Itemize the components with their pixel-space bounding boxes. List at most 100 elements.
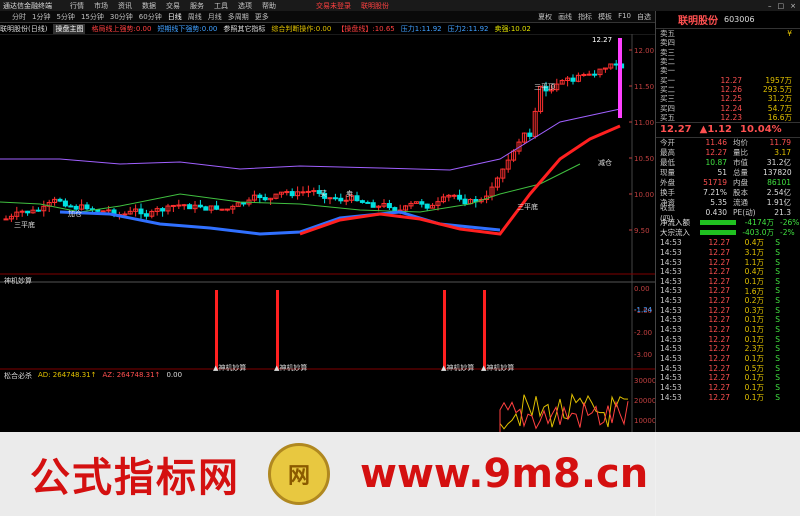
- tick-row[interactable]: 14:53 12.27 0.3万 S: [656, 305, 800, 315]
- tick-row[interactable]: 14:53 12.27 0.1万 S: [656, 315, 800, 325]
- tick-side: S: [775, 238, 780, 248]
- tick-row[interactable]: 14:53 12.27 0.1万 S: [656, 392, 800, 402]
- period-tab-1[interactable]: 1分钟: [32, 12, 50, 22]
- close-button[interactable]: ×: [790, 2, 796, 10]
- app-title: 通达信金融终端: [3, 1, 52, 10]
- signal-label-3: 买: [320, 190, 327, 198]
- y-tick: 11.50: [634, 83, 654, 91]
- menu-hangqing[interactable]: 行情: [70, 1, 84, 11]
- bid-price: 12.23: [720, 112, 742, 122]
- period-tab-0[interactable]: 分时: [12, 12, 26, 22]
- period-tab-9[interactable]: 多周期: [228, 12, 249, 22]
- period-tab-3[interactable]: 15分钟: [81, 12, 104, 22]
- candle: [214, 205, 220, 210]
- candle: [187, 204, 193, 210]
- menu-bangzhu[interactable]: 帮助: [262, 1, 276, 11]
- tick-time: 14:53: [660, 257, 682, 267]
- sub1-bar: [276, 290, 279, 370]
- tick-price: 12.27: [708, 325, 730, 335]
- tick-time: 14:53: [660, 305, 682, 315]
- tick-price: 12.27: [708, 373, 730, 383]
- period-tab-6[interactable]: 日线: [168, 12, 182, 22]
- tick-time: 14:53: [660, 267, 682, 277]
- tick-price: 12.27: [708, 276, 730, 286]
- flow-key: 大宗流入: [660, 228, 690, 238]
- stat-row: 最高 12.27 量比 3.17: [656, 148, 800, 158]
- tick-row[interactable]: 14:53 12.27 3.1万 S: [656, 248, 800, 258]
- toolbar-btn-5[interactable]: 自选: [637, 12, 651, 22]
- candle: [332, 197, 338, 200]
- tick-row[interactable]: 14:53 12.27 0.1万 S: [656, 325, 800, 335]
- bid-price: 12.26: [720, 84, 742, 94]
- tick-side: S: [775, 247, 780, 257]
- stat-row: 外盘 51719 内盘 86101: [656, 178, 800, 188]
- tick-row[interactable]: 14:53 12.27 0.1万 S: [656, 354, 800, 364]
- candle: [581, 74, 587, 77]
- period-tab-4[interactable]: 30分钟: [110, 12, 133, 22]
- candle: [241, 202, 247, 205]
- toolbar-btn-4[interactable]: F10: [618, 12, 631, 22]
- tick-row[interactable]: 14:53 12.27 0.1万 S: [656, 383, 800, 393]
- period-tab-5[interactable]: 60分钟: [139, 12, 162, 22]
- toolbar-btn-0[interactable]: 夏权: [538, 12, 552, 22]
- tick-time: 14:53: [660, 296, 682, 306]
- tick-row[interactable]: 14:53 12.27 0.1万 S: [656, 373, 800, 383]
- y-tick: 9.50: [634, 227, 650, 235]
- candle: [343, 199, 349, 202]
- candle: [305, 190, 311, 193]
- period-tab-7[interactable]: 周线: [188, 12, 202, 22]
- login-status[interactable]: 交易未登录: [316, 1, 351, 11]
- ma-line-red: [299, 124, 621, 236]
- signal-label-2: 加仓: [68, 209, 82, 218]
- tick-row[interactable]: 14:53 12.27 0.4万 S: [656, 267, 800, 277]
- menu-zixun[interactable]: 资讯: [118, 1, 132, 11]
- tick-row[interactable]: 14:53 12.27 2.3万 S: [656, 344, 800, 354]
- tick-price: 12.27: [708, 334, 730, 344]
- sub2-ad: AD: 264748.31↑: [38, 371, 97, 379]
- menu-shichang[interactable]: 市场: [94, 1, 108, 11]
- menu-jiaoyi[interactable]: 交易: [166, 1, 180, 11]
- candle: [262, 197, 268, 201]
- tick-row[interactable]: 14:53 12.27 0.1万 S: [656, 277, 800, 287]
- toolbar-btn-1[interactable]: 画线: [558, 12, 572, 22]
- candle: [365, 201, 371, 204]
- sub2-title-bar: 松合必杀 AD: 264748.31↑ AZ: 264748.31↑ 0.00: [4, 371, 182, 381]
- menu-xuanxiang[interactable]: 选项: [238, 1, 252, 11]
- stock-code: 603006: [724, 15, 755, 24]
- maximize-button[interactable]: □: [778, 2, 785, 10]
- candle: [73, 205, 79, 210]
- tick-row[interactable]: 14:53 12.27 1.1万 S: [656, 257, 800, 267]
- tick-side: S: [775, 353, 780, 363]
- stat-val: 11.46: [705, 138, 727, 148]
- tick-list[interactable]: 14:53 12.27 0.4万 S 14:53 12.27 3.1万 S 14:53 12.27…: [656, 238, 800, 402]
- menu-shuju[interactable]: 数据: [142, 1, 156, 11]
- tick-time: 14:53: [660, 334, 682, 344]
- tick-row[interactable]: 14:53 12.27 1.6万 S: [656, 286, 800, 296]
- tick-row[interactable]: 14:53 12.27 0.5万 S: [656, 363, 800, 373]
- tick-row[interactable]: 14:53 12.27 0.1万 S: [656, 334, 800, 344]
- ask-list: 卖五 ¥ 卖四 卖三 卖二 卖一: [656, 29, 800, 75]
- main-indicator-name[interactable]: 操盘主图: [53, 23, 86, 34]
- period-tab-2[interactable]: 5分钟: [56, 12, 74, 22]
- stat-val: 51719: [703, 178, 727, 188]
- tick-side: S: [775, 286, 780, 296]
- tick-row[interactable]: 14:53 12.27 0.4万 S: [656, 238, 800, 248]
- minimize-button[interactable]: –: [768, 2, 772, 10]
- toolbar-btn-3[interactable]: 模板: [598, 12, 612, 22]
- tick-row[interactable]: 14:53 12.27 0.2万 S: [656, 296, 800, 306]
- signal-label-0: 三平底: [14, 220, 35, 229]
- period-tab-8[interactable]: 月线: [208, 12, 222, 22]
- menu-fuwu[interactable]: 服务: [190, 1, 204, 11]
- candle: [327, 197, 333, 200]
- candle: [62, 200, 68, 207]
- watermark-url: www.9m8.cn: [360, 451, 649, 497]
- menu-gongju[interactable]: 工具: [214, 1, 228, 11]
- period-tab-10[interactable]: 更多: [255, 12, 269, 22]
- candle: [354, 195, 360, 202]
- sub1-pane[interactable]: 0.00-1.00-2.00-3.00-1.24▲神机妙算 ▲神机妙算 ▲神机妙算 ▲…: [0, 281, 655, 372]
- bid-row[interactable]: 买五 12.23 16.6万: [656, 113, 800, 122]
- toolbar-btn-2[interactable]: 指标: [578, 12, 592, 22]
- candle: [392, 207, 398, 212]
- candle: [106, 209, 112, 212]
- bid-label: 买五: [660, 112, 675, 122]
